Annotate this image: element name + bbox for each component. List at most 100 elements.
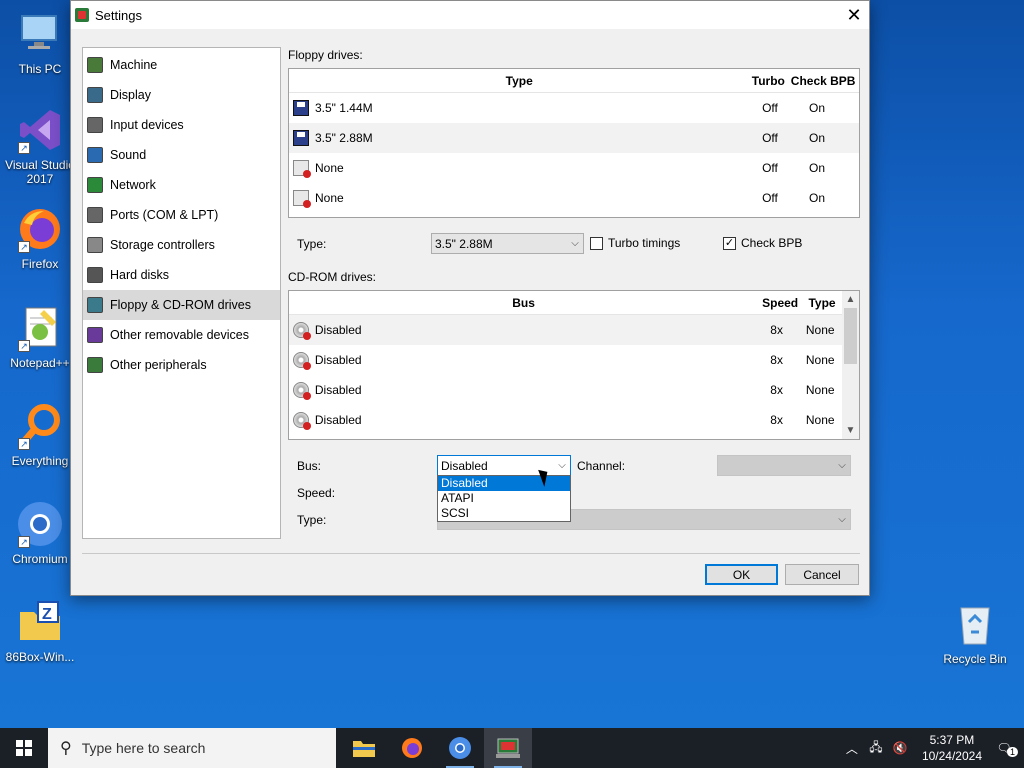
bus-label: Bus:	[297, 459, 322, 473]
firefox-icon	[402, 738, 422, 758]
scroll-up-icon[interactable]: ▲	[842, 291, 859, 308]
cdrom-bus-cell: Disabled	[314, 353, 362, 367]
cdrom-scrollbar[interactable]: ▲ ▼	[842, 291, 859, 439]
desktop-icon-chromium[interactable]: ↗ Chromium	[0, 500, 80, 566]
nav-item-machine[interactable]: Machine	[83, 50, 280, 80]
nav-item-label: Display	[110, 88, 151, 102]
cdrom-table-row[interactable]: Disabled 8x None	[289, 345, 842, 375]
channel-select[interactable]: ⌵	[717, 455, 851, 476]
firefox-icon: ↗	[16, 205, 64, 253]
header-turbo[interactable]: Turbo	[749, 74, 787, 88]
turbo-checkbox-box	[590, 236, 603, 250]
turbo-timings-label: Turbo timings	[608, 236, 681, 250]
clock-date: 10/24/2024	[921, 749, 982, 763]
notification-center-icon[interactable]: 🗨 1	[994, 741, 1018, 757]
desktop-icon-this-pc[interactable]: This PC	[0, 10, 80, 76]
floppy-type-select[interactable]: 3.5" 2.88M ⌵	[431, 233, 584, 254]
cdrom-disabled-icon	[293, 412, 311, 430]
header-bus[interactable]: Bus	[289, 296, 758, 310]
floppy-type-cell: 3.5" 1.44M	[315, 101, 373, 115]
taskbar-86box[interactable]	[484, 728, 532, 768]
notepadpp-icon: ↗	[16, 304, 64, 352]
close-button[interactable]: ✕	[839, 1, 869, 29]
header-type[interactable]: Type	[289, 74, 749, 88]
cdrom-speed-cell: 8x	[770, 323, 783, 337]
notification-count-badge: 1	[1006, 747, 1018, 757]
floppy-table-row[interactable]: 3.5" 2.88M Off On	[289, 123, 859, 153]
nav-item-other-peripherals[interactable]: Other peripherals	[83, 350, 280, 380]
floppy-none-icon	[293, 160, 311, 178]
desktop-icon-everything[interactable]: ↗ Everything	[0, 402, 80, 468]
network-icon[interactable]: 🖧	[866, 738, 886, 759]
cdrom-table-header: Bus Speed Type	[289, 291, 842, 315]
desktop-icon-recycle-bin[interactable]: Recycle Bin	[935, 600, 1015, 666]
desktop-icon-86box[interactable]: Z 86Box-Win...	[0, 598, 80, 664]
scroll-down-icon[interactable]: ▼	[842, 422, 859, 439]
nav-item-hard-disks[interactable]: Hard disks	[83, 260, 280, 290]
floppy-table-row[interactable]: 3.5" 1.44M Off On	[289, 93, 859, 123]
nav-item-label: Hard disks	[110, 268, 170, 282]
nav-item-label: Ports (COM & LPT)	[110, 208, 219, 222]
header-cd-type[interactable]: Type	[802, 296, 842, 310]
bus-select[interactable]: Disabled ⌵	[437, 455, 571, 476]
cancel-button[interactable]: Cancel	[785, 564, 859, 585]
nav-item-icon	[87, 117, 103, 133]
chevron-down-icon: ⌵	[558, 460, 566, 471]
settings-nav: Machine Display Input devices Sound Network P…	[82, 47, 281, 539]
header-check-bpb[interactable]: Check BPB	[787, 74, 859, 88]
cdrom-disabled-icon	[293, 322, 311, 340]
floppy-section-label: Floppy drives:	[288, 48, 363, 62]
nav-item-other-removable-devices[interactable]: Other removable devices	[83, 320, 280, 350]
check-bpb-checkbox[interactable]: ✓ Check BPB	[723, 236, 802, 250]
nav-item-input-devices[interactable]: Input devices	[83, 110, 280, 140]
floppy-table-row[interactable]: None Off On	[289, 153, 859, 183]
taskbar-file-explorer[interactable]	[340, 728, 388, 768]
nav-item-network[interactable]: Network	[83, 170, 280, 200]
ok-button[interactable]: OK	[705, 564, 778, 585]
nav-item-label: Input devices	[110, 118, 184, 132]
nav-item-icon	[87, 177, 103, 193]
nav-item-sound[interactable]: Sound	[83, 140, 280, 170]
floppy-table-row[interactable]: None Off On	[289, 183, 859, 213]
cdrom-table-row[interactable]: Disabled 8x None	[289, 315, 842, 345]
nav-item-icon	[87, 57, 103, 73]
dialog-divider	[82, 553, 860, 554]
nav-item-icon	[87, 207, 103, 223]
floppy-type-cell: 3.5" 2.88M	[315, 131, 373, 145]
taskbar-chromium[interactable]	[436, 728, 484, 768]
chevron-up-icon[interactable]: ︿	[842, 740, 862, 757]
floppy-table-header: Type Turbo Check BPB	[289, 69, 859, 93]
computer-icon	[16, 10, 64, 58]
floppy-type-cell: None	[315, 161, 344, 175]
cdrom-table-row[interactable]: Disabled 8x None	[289, 405, 842, 435]
desktop-icon-firefox[interactable]: ↗ Firefox	[0, 205, 80, 271]
taskbar-firefox[interactable]	[388, 728, 436, 768]
floppy-type-cell: None	[315, 191, 344, 205]
nav-item-storage-controllers[interactable]: Storage controllers	[83, 230, 280, 260]
bus-option-scsi[interactable]: SCSI	[438, 506, 570, 521]
bus-option-atapi[interactable]: ATAPI	[438, 491, 570, 506]
floppy-disk-icon	[293, 100, 309, 116]
desktop-icon-visual-studio[interactable]: ↗ Visual Studio 2017	[0, 106, 80, 186]
chromium-icon	[449, 737, 471, 759]
channel-label: Channel:	[577, 459, 626, 473]
speed-label: Speed:	[297, 486, 336, 500]
volume-muted-icon[interactable]: 🔇	[890, 741, 910, 755]
turbo-timings-checkbox[interactable]: Turbo timings	[590, 236, 680, 250]
cdrom-table-row[interactable]: Disabled 8x None	[289, 375, 842, 405]
header-speed[interactable]: Speed	[758, 296, 802, 310]
recycle-bin-icon	[951, 600, 999, 648]
nav-item-ports-com-lpt[interactable]: Ports (COM & LPT)	[83, 200, 280, 230]
cd-type-label: Type:	[297, 513, 327, 527]
86box-icon	[496, 738, 520, 758]
nav-item-label: Other removable devices	[110, 328, 249, 342]
floppy-type-label: Type:	[297, 237, 327, 251]
start-button[interactable]	[0, 728, 48, 768]
clock[interactable]: 5:37 PM 10/24/2024	[922, 732, 982, 764]
nav-item-floppy-cd-rom-drives[interactable]: Floppy & CD-ROM drives	[83, 290, 280, 320]
desktop-icon-notepadpp[interactable]: ↗ Notepad++	[0, 304, 80, 370]
taskbar-search-box[interactable]: ⚲ Type here to search	[48, 728, 336, 768]
floppy-type-value: 3.5" 2.88M	[435, 236, 493, 251]
scroll-thumb[interactable]	[844, 308, 857, 364]
nav-item-display[interactable]: Display	[83, 80, 280, 110]
